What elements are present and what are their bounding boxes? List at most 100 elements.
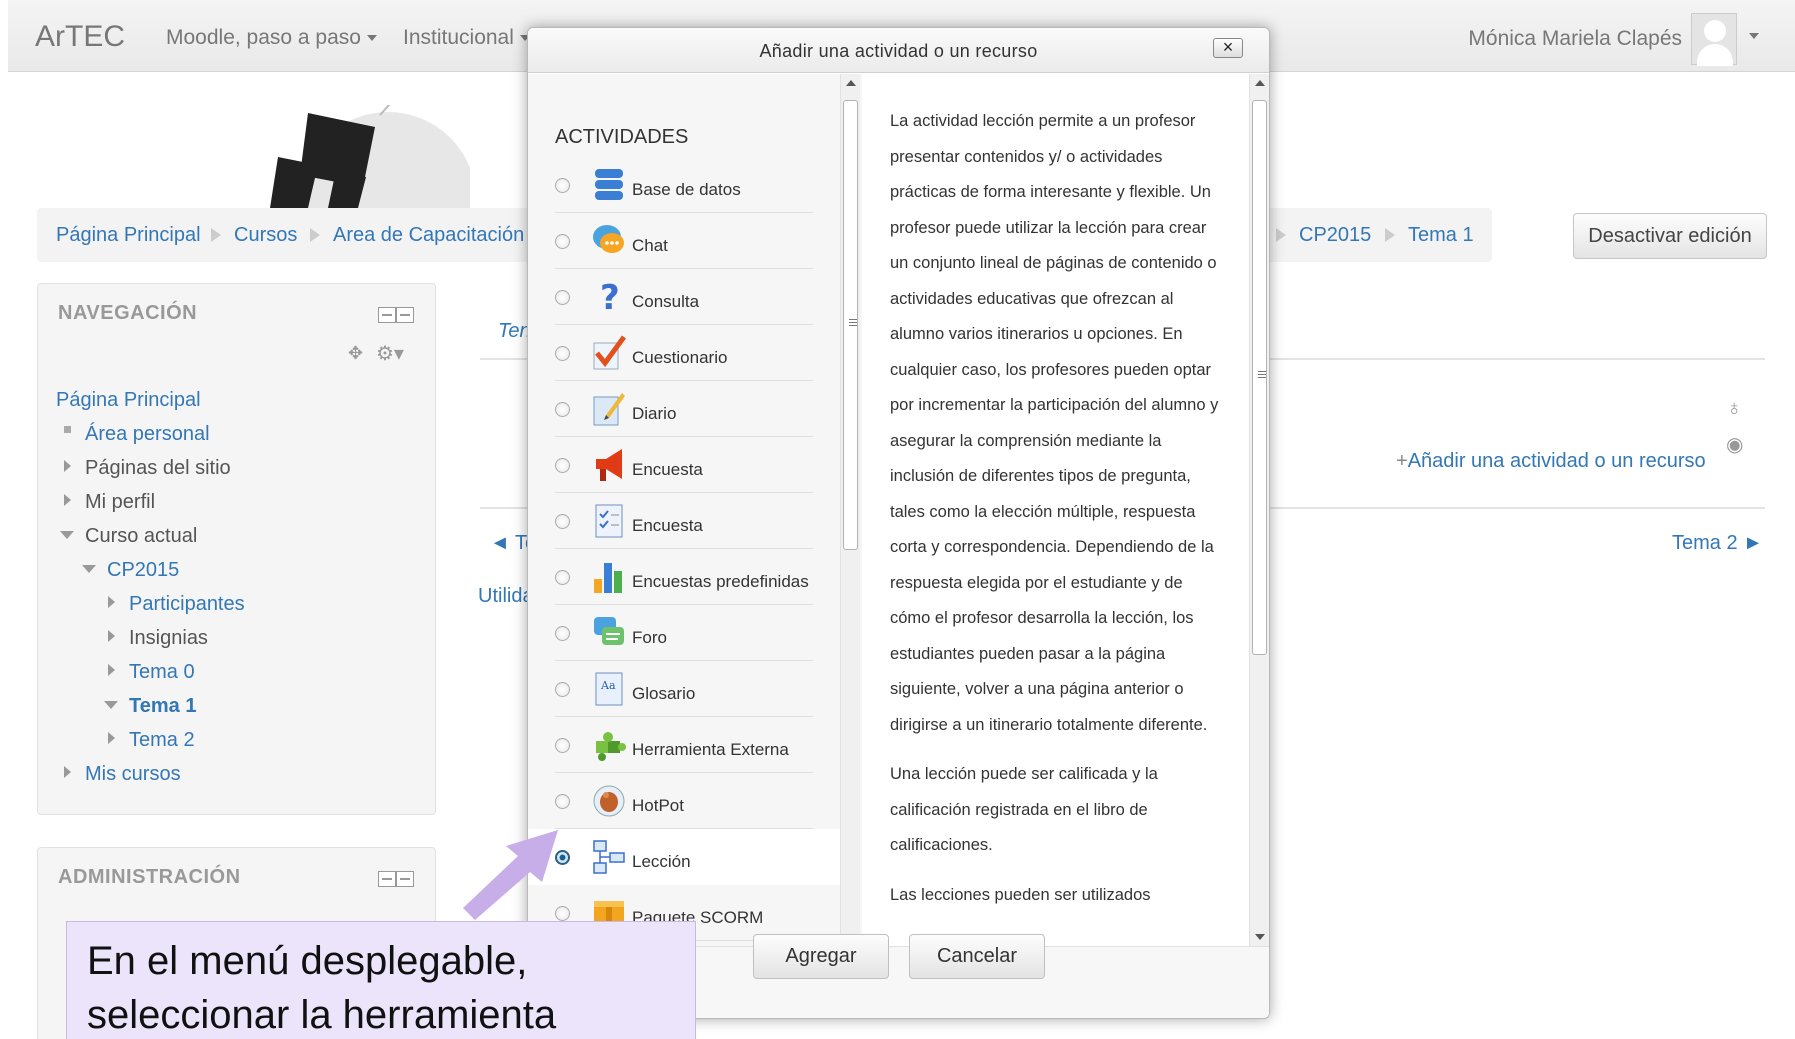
option-base-de-datos[interactable]: Base de datos bbox=[555, 157, 813, 213]
scroll-up-icon[interactable] bbox=[1255, 80, 1265, 86]
breadcrumb-cursos[interactable]: Cursos bbox=[234, 224, 297, 247]
option-encuesta[interactable]: Encuesta bbox=[555, 437, 813, 493]
eye-icon[interactable]: ◉ bbox=[1726, 432, 1743, 457]
expand-icon[interactable] bbox=[108, 732, 115, 744]
expand-icon[interactable] bbox=[108, 596, 115, 608]
database-icon bbox=[595, 169, 623, 200]
expand-icon[interactable] bbox=[64, 766, 71, 778]
radio-button[interactable] bbox=[555, 514, 570, 529]
option-glosario[interactable]: Aa Glosario bbox=[555, 661, 813, 717]
option-foro[interactable]: Foro bbox=[555, 605, 813, 661]
plus-icon: + bbox=[1396, 450, 1408, 472]
lightbulb-icon[interactable]: ♁ bbox=[1726, 395, 1743, 421]
radio-button[interactable] bbox=[555, 290, 570, 305]
option-herramienta-externa[interactable]: Herramienta Externa bbox=[555, 717, 813, 773]
nav-item-paginas-sitio[interactable]: Páginas del sitio bbox=[85, 457, 231, 480]
option-diario[interactable]: Diario bbox=[555, 381, 813, 437]
radio-button[interactable] bbox=[555, 794, 570, 809]
utilities-link[interactable]: Utilida bbox=[478, 585, 534, 608]
cancel-button[interactable]: Cancelar bbox=[909, 934, 1045, 979]
collapse-block-icon[interactable] bbox=[378, 871, 396, 887]
option-leccion[interactable]: Lección bbox=[528, 829, 840, 885]
scroll-down-icon[interactable] bbox=[1255, 934, 1265, 940]
user-name[interactable]: Mónica Mariela Clapés bbox=[1468, 27, 1682, 51]
breadcrumb-cp2015[interactable]: CP2015 bbox=[1299, 224, 1371, 247]
collapse-icon[interactable] bbox=[60, 531, 74, 539]
option-encuesta-2[interactable]: Encuesta bbox=[555, 493, 813, 549]
option-consulta[interactable]: ? Consulta bbox=[555, 269, 813, 325]
chevron-down-icon[interactable] bbox=[1749, 33, 1759, 39]
instruction-callout: En el menú desplegable, seleccionar la h… bbox=[66, 921, 696, 1039]
dock-block-icon[interactable] bbox=[396, 307, 414, 323]
nav-item-tema-1[interactable]: Tema 1 bbox=[129, 695, 196, 718]
collapse-icon[interactable] bbox=[104, 701, 118, 709]
glossary-icon: Aa bbox=[595, 672, 623, 706]
add-activity-link[interactable]: +Añadir una actividad o un recurso bbox=[1396, 450, 1706, 473]
next-section-link[interactable]: Tema 2 ► bbox=[1672, 532, 1763, 555]
nav-item-pagina-principal[interactable]: Página Principal bbox=[56, 389, 201, 412]
avatar[interactable] bbox=[1691, 13, 1737, 66]
nav-item-tema-0[interactable]: Tema 0 bbox=[129, 661, 195, 684]
nav-item-insignias[interactable]: Insignias bbox=[129, 627, 208, 650]
radio-button[interactable] bbox=[555, 402, 570, 417]
menu-institucional[interactable]: Institucional bbox=[403, 26, 530, 50]
description-scrollbar[interactable] bbox=[1249, 74, 1269, 946]
dialog-header: Añadir una actividad o un recurso × bbox=[528, 28, 1269, 73]
add-button[interactable]: Agregar bbox=[753, 934, 889, 979]
dock-block-icon[interactable] bbox=[396, 871, 414, 887]
expand-icon[interactable] bbox=[64, 494, 71, 506]
activities-list[interactable]: ACTIVIDADES Base de datos Chat ? Consult… bbox=[528, 74, 862, 946]
turn-editing-off-button[interactable]: Desactivar edición bbox=[1573, 213, 1767, 259]
radio-button[interactable] bbox=[555, 346, 570, 361]
activity-description: La actividad lección permite a un profes… bbox=[890, 104, 1220, 927]
scrollbar-thumb[interactable] bbox=[1252, 100, 1267, 655]
option-label: Glosario bbox=[632, 684, 696, 703]
scrollbar-thumb[interactable] bbox=[843, 100, 858, 550]
breadcrumb-area-capacitacion[interactable]: Area de Capacitación bbox=[333, 224, 524, 247]
option-label: HotPot bbox=[632, 796, 684, 815]
nav-item-mis-cursos[interactable]: Mis cursos bbox=[85, 763, 181, 786]
forum-icon bbox=[594, 617, 624, 645]
radio-button[interactable] bbox=[555, 178, 570, 193]
callout-line: En el menú desplegable, bbox=[87, 939, 528, 983]
nav-item-tema-2[interactable]: Tema 2 bbox=[129, 729, 195, 752]
grip-icon bbox=[1258, 371, 1266, 372]
expand-icon[interactable] bbox=[64, 460, 71, 472]
option-cuestionario[interactable]: Cuestionario bbox=[555, 325, 813, 381]
option-hotpot[interactable]: HotPot bbox=[555, 773, 813, 829]
add-activity-dialog: Añadir una actividad o un recurso × ACTI… bbox=[527, 27, 1270, 1019]
close-button[interactable]: × bbox=[1213, 38, 1243, 58]
section-tab[interactable]: Ten bbox=[498, 320, 531, 343]
nav-item-cp2015[interactable]: CP2015 bbox=[107, 559, 179, 582]
chat-icon bbox=[593, 225, 624, 253]
nav-item-area-personal[interactable]: Área personal bbox=[85, 423, 210, 446]
breadcrumb-separator-icon bbox=[211, 228, 221, 242]
expand-icon[interactable] bbox=[108, 664, 115, 676]
option-label: Base de datos bbox=[632, 180, 741, 199]
option-label: Foro bbox=[632, 628, 667, 647]
site-brand[interactable]: ArTEC bbox=[35, 20, 125, 54]
scroll-up-icon[interactable] bbox=[846, 80, 856, 86]
description-paragraph: Una lección puede ser calificada y la ca… bbox=[890, 765, 1158, 854]
breadcrumb-tema-1[interactable]: Tema 1 bbox=[1408, 224, 1474, 247]
radio-button[interactable] bbox=[555, 570, 570, 585]
radio-button[interactable] bbox=[555, 458, 570, 473]
radio-button[interactable] bbox=[555, 234, 570, 249]
hotpot-icon bbox=[593, 785, 625, 817]
expand-icon[interactable] bbox=[108, 630, 115, 642]
radio-button[interactable] bbox=[555, 626, 570, 641]
breadcrumb-pagina-principal[interactable]: Página Principal bbox=[56, 224, 201, 247]
radio-button[interactable] bbox=[555, 738, 570, 753]
move-icon[interactable]: ✥ bbox=[348, 343, 363, 364]
nav-item-participantes[interactable]: Participantes bbox=[129, 593, 245, 616]
nav-item-curso-actual[interactable]: Curso actual bbox=[85, 525, 197, 548]
collapse-block-icon[interactable] bbox=[378, 307, 396, 323]
radio-button[interactable] bbox=[555, 682, 570, 697]
option-encuestas-predefinidas[interactable]: Encuestas predefinidas bbox=[555, 549, 813, 605]
collapse-icon[interactable] bbox=[82, 565, 96, 573]
option-chat[interactable]: Chat bbox=[555, 213, 813, 269]
nav-item-mi-perfil[interactable]: Mi perfil bbox=[85, 491, 155, 514]
gear-icon[interactable]: ⚙▾ bbox=[376, 341, 404, 366]
list-scrollbar[interactable] bbox=[840, 74, 860, 946]
menu-moodle-paso-a-paso[interactable]: Moodle, paso a paso bbox=[166, 26, 377, 50]
